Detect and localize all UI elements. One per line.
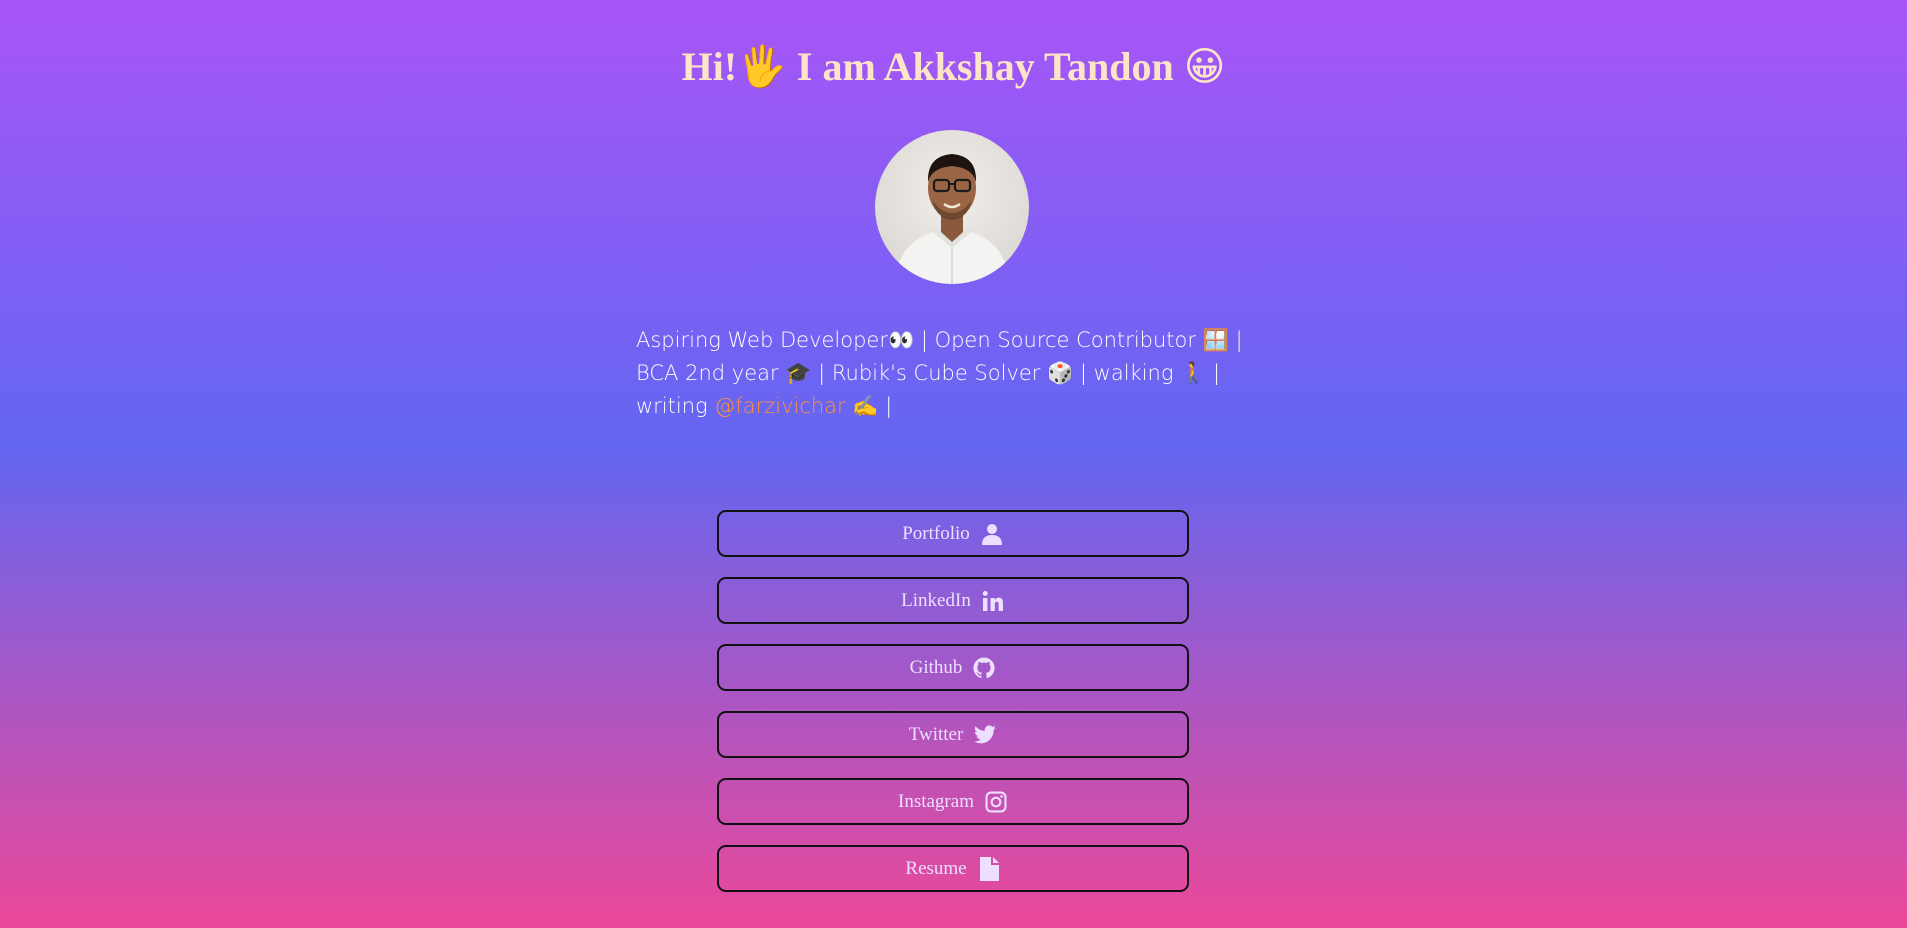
- github-icon: [972, 656, 996, 680]
- portfolio-button[interactable]: Portfolio: [717, 510, 1189, 557]
- avatar-photo: [875, 130, 1029, 284]
- user-icon: [980, 522, 1004, 546]
- instagram-button[interactable]: Instagram: [717, 778, 1189, 825]
- avatar: [875, 130, 1029, 284]
- bio-line: Aspiring Web Developer👀 | Open Source Co…: [636, 328, 1243, 352]
- wave-icon: 🖐: [737, 44, 787, 90]
- twitter-button[interactable]: Twitter: [717, 711, 1189, 758]
- bio-line: BCA 2nd year 🎓 | Rubik's Cube Solver 🎲 |…: [636, 361, 1221, 385]
- bio-text: ✍️ |: [845, 394, 893, 418]
- linkedin-icon: [981, 589, 1005, 613]
- page-title: Hi!🖐 I am Akkshay Tandon 😀: [0, 36, 1907, 98]
- bio-text: writing: [636, 394, 715, 418]
- handle-link[interactable]: @farzivichar: [714, 394, 845, 418]
- file-icon: [977, 856, 1001, 881]
- github-button[interactable]: Github: [717, 644, 1189, 691]
- button-label: Instagram: [898, 790, 974, 812]
- button-label: Github: [909, 656, 963, 678]
- smile-icon: 😀: [1183, 44, 1226, 90]
- bio-line: writing @farzivichar ✍️ |: [636, 390, 1276, 423]
- button-label: LinkedIn: [901, 589, 971, 611]
- resume-button[interactable]: Resume: [717, 845, 1189, 892]
- instagram-icon: [984, 790, 1008, 814]
- button-label: Portfolio: [902, 522, 970, 544]
- title-greeting: Hi!: [681, 44, 738, 89]
- button-label: Resume: [905, 857, 967, 879]
- page: Hi!🖐 I am Akkshay Tandon 😀 Aspiring Web …: [0, 0, 1907, 928]
- title-name: I am Akkshay Tandon: [786, 44, 1184, 89]
- button-label: Twitter: [908, 723, 964, 745]
- link-list: Portfolio LinkedIn Github Twitter Instag: [717, 510, 1189, 912]
- bio: Aspiring Web Developer👀 | Open Source Co…: [636, 324, 1276, 423]
- linkedin-button[interactable]: LinkedIn: [717, 577, 1189, 624]
- twitter-icon: [973, 723, 997, 747]
